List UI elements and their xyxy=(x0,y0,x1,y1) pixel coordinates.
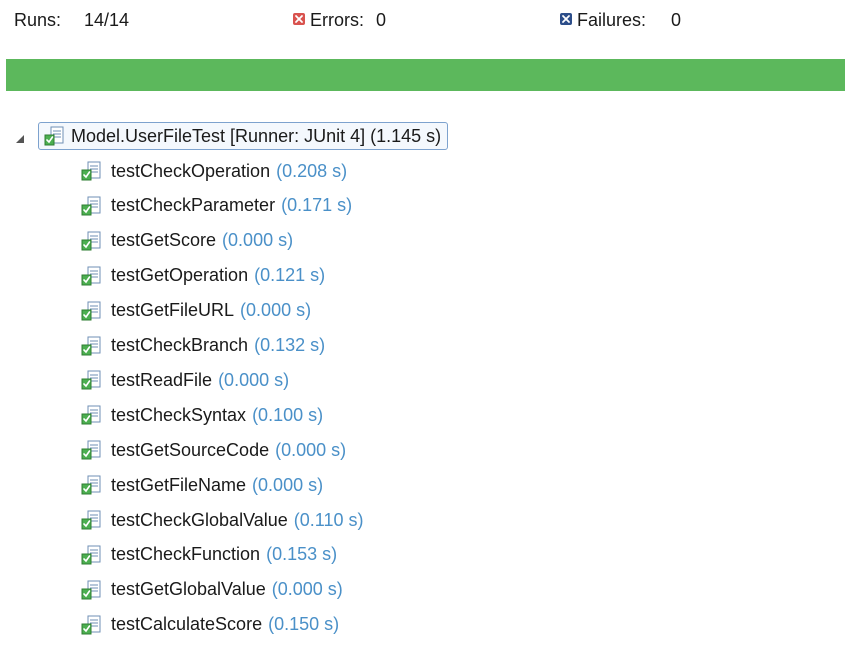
test-case-duration: (0.000 s) xyxy=(240,300,312,321)
test-case-duration: (0.208 s) xyxy=(276,160,348,181)
test-case-item[interactable]: testCheckSyntax (0.100 s) xyxy=(80,398,323,432)
test-case-name: testCheckSyntax xyxy=(111,404,247,425)
test-case-duration: (0.000 s) xyxy=(222,230,294,251)
test-passed-icon xyxy=(80,614,102,636)
failures-value: 0 xyxy=(671,10,682,30)
test-case-name: testCheckParameter xyxy=(111,195,276,216)
test-case-item[interactable]: testGetGlobalValue (0.000 s) xyxy=(80,573,343,607)
test-case-duration: (0.150 s) xyxy=(268,614,340,635)
test-case-name: testGetScore xyxy=(111,230,217,251)
test-case-duration: (0.153 s) xyxy=(266,544,338,565)
error-icon xyxy=(293,13,305,25)
test-case-duration: (0.000 s) xyxy=(275,439,347,460)
test-case-name: testReadFile xyxy=(111,369,213,390)
test-passed-icon xyxy=(80,300,102,322)
test-passed-icon xyxy=(80,335,102,357)
test-passed-icon xyxy=(80,439,102,461)
test-passed-icon xyxy=(80,230,102,252)
root-suite-node[interactable]: Model.UserFileTest [Runner: JUnit 4] (1.… xyxy=(38,122,449,150)
test-case-item[interactable]: testCalculateScore (0.150 s) xyxy=(80,608,339,642)
test-case-name: testGetOperation xyxy=(111,265,249,286)
test-passed-icon xyxy=(80,195,102,217)
test-passed-icon xyxy=(80,404,102,426)
test-case-item[interactable]: testGetScore (0.000 s) xyxy=(80,224,293,258)
test-case-name: testCheckGlobalValue xyxy=(111,509,288,530)
test-case-duration: (0.000 s) xyxy=(218,369,290,390)
test-passed-icon xyxy=(80,474,102,496)
progress-bar-fill xyxy=(6,59,845,91)
test-case-duration: (0.132 s) xyxy=(254,335,326,355)
test-case-item[interactable]: testCheckParameter (0.171 s) xyxy=(80,189,352,223)
failures-label: Failures: xyxy=(577,10,647,30)
runs-label: Runs: xyxy=(14,10,62,30)
runs-value: 14/14 xyxy=(84,10,130,30)
test-case-item[interactable]: testCheckGlobalValue (0.110 s) xyxy=(80,503,363,537)
test-passed-icon xyxy=(80,579,102,601)
test-case-name: testCheckBranch xyxy=(111,335,249,355)
tree-root-suite[interactable]: Model.UserFileTest [Runner: JUnit 4] (1.… xyxy=(0,118,845,152)
test-progress-bar xyxy=(6,59,845,91)
test-case-item[interactable]: testCheckFunction (0.153 s) xyxy=(80,538,337,572)
test-case-item[interactable]: testReadFile (0.000 s) xyxy=(80,363,289,397)
test-passed-icon xyxy=(80,160,102,182)
test-case-name: testCheckOperation xyxy=(111,160,271,181)
test-case-item[interactable]: testCheckBranch (0.132 s) xyxy=(80,329,325,363)
errors-label: Errors: xyxy=(310,10,364,30)
test-case-name: testGetFileName xyxy=(111,474,247,495)
test-passed-icon xyxy=(80,265,102,287)
test-case-duration: (0.121 s) xyxy=(254,265,326,286)
test-passed-icon xyxy=(80,509,102,531)
test-run-stats: Runs: 14/14 Errors: 0 Failures: 0 xyxy=(0,0,845,40)
root-suite-label: Model.UserFileTest [Runner: JUnit 4] (1.… xyxy=(71,126,442,146)
test-case-duration: (0.110 s) xyxy=(293,509,364,530)
test-case-duration: (0.100 s) xyxy=(252,404,324,425)
test-case-item[interactable]: testGetFileName (0.000 s) xyxy=(80,468,323,502)
test-case-duration: (0.000 s) xyxy=(252,474,324,495)
test-case-name: testGetSourceCode xyxy=(111,439,270,460)
test-case-duration: (0.171 s) xyxy=(281,195,353,216)
test-passed-icon xyxy=(80,369,102,391)
failure-icon xyxy=(560,13,572,25)
test-case-name: testCalculateScore xyxy=(111,614,263,635)
test-case-name: testGetFileURL xyxy=(111,300,235,321)
test-case-item[interactable]: testGetOperation (0.121 s) xyxy=(80,259,325,293)
test-case-item[interactable]: testCheckOperation (0.208 s) xyxy=(80,154,347,188)
errors-value: 0 xyxy=(376,10,387,30)
test-case-item[interactable]: testGetSourceCode (0.000 s) xyxy=(80,433,346,467)
test-suite-icon xyxy=(43,125,65,147)
test-case-name: testGetGlobalValue xyxy=(111,579,266,600)
test-case-name: testCheckFunction xyxy=(111,544,261,565)
test-passed-icon xyxy=(80,544,102,566)
test-case-item[interactable]: testGetFileURL (0.000 s) xyxy=(80,294,311,328)
expand-toggle-icon[interactable] xyxy=(14,129,26,143)
test-case-duration: (0.000 s) xyxy=(271,579,343,600)
